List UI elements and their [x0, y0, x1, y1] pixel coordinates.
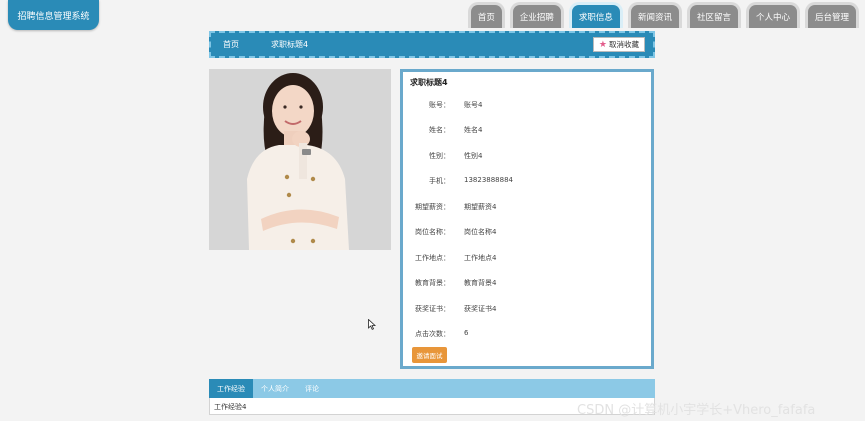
tab-personal-intro[interactable]: 个人简介	[253, 379, 297, 398]
nav-tab-home[interactable]: 首页	[467, 2, 505, 28]
mouse-cursor-icon	[368, 319, 376, 330]
nav-tab-personal-center[interactable]: 个人中心	[745, 2, 800, 28]
nav-tab-company-jobs[interactable]: 企业招聘	[509, 2, 564, 28]
watermark: CSDN @计算机小宇学长+Vhero_fafafa	[577, 403, 816, 418]
field-value: 13823888884	[464, 176, 513, 184]
detail-title: 求职标题4	[410, 78, 448, 87]
field-label: 手机：	[429, 177, 450, 185]
app-logo[interactable]: 招聘信息管理系统	[8, 0, 99, 30]
nav-tab-job-seekers[interactable]: 求职信息	[568, 2, 623, 28]
unfavorite-label: 取消收藏	[609, 40, 639, 49]
unfavorite-button[interactable]: ★ 取消收藏	[592, 37, 645, 52]
field-value: 6	[464, 329, 469, 337]
field-label: 期望薪资：	[415, 203, 450, 211]
profile-photo-image	[209, 69, 391, 250]
breadcrumb-current: 求职标题4	[271, 40, 309, 49]
field-label: 点击次数：	[415, 330, 450, 338]
field-label: 姓名：	[429, 126, 450, 134]
field-label: 工作地点：	[415, 254, 450, 262]
invite-interview-button[interactable]: 邀请面试	[412, 347, 447, 363]
field-value: 期望薪资4	[464, 203, 497, 211]
field-label: 性别：	[429, 152, 450, 160]
nav-tab-admin[interactable]: 后台管理	[804, 2, 859, 28]
job-seeker-detail-panel: 求职标题4 账号： 账号4 姓名： 姓名4 性别： 性别4 手机： 138238…	[400, 69, 654, 369]
field-value: 姓名4	[464, 126, 483, 134]
field-label: 获奖证书：	[415, 305, 450, 313]
breadcrumb-home-link[interactable]: 首页	[223, 39, 239, 50]
field-label: 岗位名称：	[415, 228, 450, 236]
field-value: 岗位名称4	[464, 228, 497, 236]
top-nav: 首页 企业招聘 求职信息 新闻资讯 社区留言 个人中心 后台管理	[467, 2, 859, 28]
nav-tab-community[interactable]: 社区留言	[686, 2, 741, 28]
tab-comments[interactable]: 评论	[297, 379, 327, 398]
tab-work-experience[interactable]: 工作经验	[209, 379, 253, 398]
bottom-tabs: 工作经验 个人简介 评论	[209, 379, 655, 398]
profile-photo	[209, 69, 391, 250]
star-icon: ★	[598, 39, 607, 50]
field-label: 教育背景：	[415, 279, 450, 287]
field-value: 教育背景4	[464, 279, 497, 287]
nav-tab-news[interactable]: 新闻资讯	[627, 2, 682, 28]
breadcrumb: 首页 求职标题4 ★ 取消收藏	[209, 31, 655, 58]
field-value: 获奖证书4	[464, 305, 497, 313]
field-value: 账号4	[464, 101, 483, 109]
field-value: 性别4	[464, 152, 483, 160]
field-label: 账号：	[429, 101, 450, 109]
field-value: 工作地点4	[464, 254, 497, 262]
